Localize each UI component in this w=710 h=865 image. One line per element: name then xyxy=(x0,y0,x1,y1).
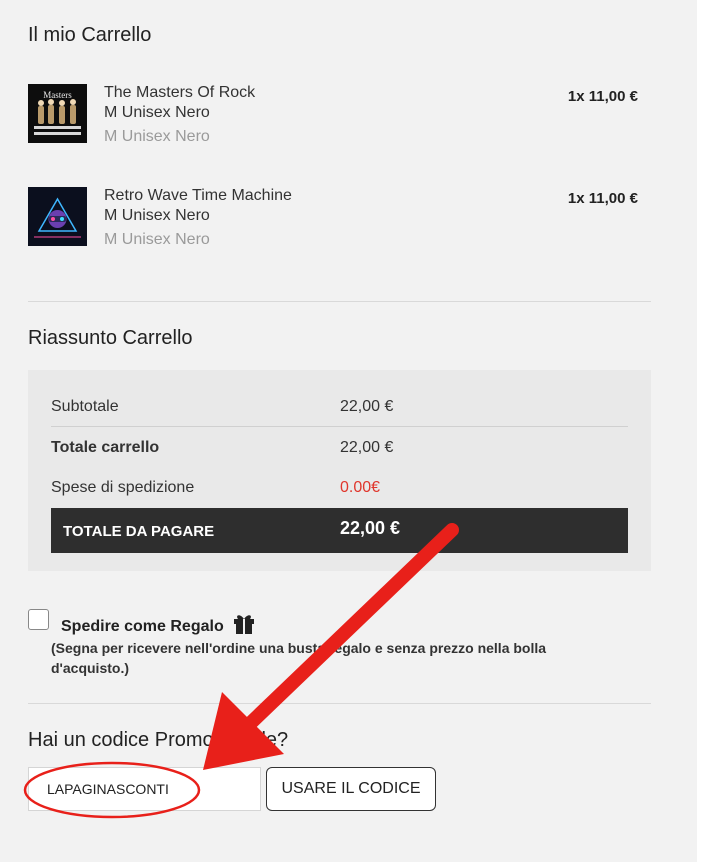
subtotal-label: Subtotale xyxy=(51,398,119,415)
summary-title: Riassunto Carrello xyxy=(28,327,193,349)
item-qty-price: 1x 11,00 € xyxy=(567,190,638,207)
retro-wave-artwork-icon xyxy=(28,187,87,246)
cart-title: Il mio Carrello xyxy=(28,24,152,46)
section-divider xyxy=(28,703,651,704)
apply-code-button[interactable]: USARE IL CODICE xyxy=(266,767,436,811)
shipping-value: 0.00€ xyxy=(340,479,381,496)
item-variant-secondary: M Unisex Nero xyxy=(104,231,210,248)
item-name[interactable]: The Masters Of Rock xyxy=(104,84,255,102)
gift-note: (Segna per ricevere nell'ordine una bust… xyxy=(51,640,547,676)
thumb-logo-text: Masters xyxy=(43,90,72,100)
shipping-label: Spese di spedizione xyxy=(51,479,195,496)
summary-divider xyxy=(51,426,628,427)
item-variant-secondary: M Unisex Nero xyxy=(104,128,210,145)
cart-total-value: 22,00 € xyxy=(340,439,394,456)
promo-title: Hai un codice Promozionale? xyxy=(28,729,289,751)
gift-checkbox[interactable] xyxy=(28,609,49,630)
total-to-pay-label: TOTALE DA PAGARE xyxy=(63,523,215,540)
item-variant: M Unisex Nero xyxy=(104,207,210,224)
masters-artwork-icon: Masters xyxy=(28,84,87,143)
product-thumbnail[interactable] xyxy=(28,187,87,246)
promo-code-value: LAPAGINASCONTI xyxy=(47,781,169,797)
subtotal-value: 22,00 € xyxy=(340,398,394,415)
item-variant: M Unisex Nero xyxy=(104,104,210,121)
gift-label-text: Spedire come Regalo xyxy=(61,618,224,635)
promo-code-input[interactable]: LAPAGINASCONTI xyxy=(28,767,261,811)
product-thumbnail[interactable]: Masters xyxy=(28,84,87,143)
section-divider xyxy=(28,301,651,302)
gift-label[interactable]: Spedire come Regalo xyxy=(61,612,256,639)
cart-total-label: Totale carrello xyxy=(51,439,160,456)
total-to-pay-value: 22,00 € xyxy=(340,518,401,538)
item-qty-price: 1x 11,00 € xyxy=(567,88,638,105)
item-name[interactable]: Retro Wave Time Machine xyxy=(104,187,292,205)
cart-panel: Il mio Carrello Masters The Masters Of R… xyxy=(0,0,697,862)
gift-icon xyxy=(232,612,256,639)
total-to-pay-bar: TOTALE DA PAGARE 22,00 € xyxy=(51,508,628,553)
